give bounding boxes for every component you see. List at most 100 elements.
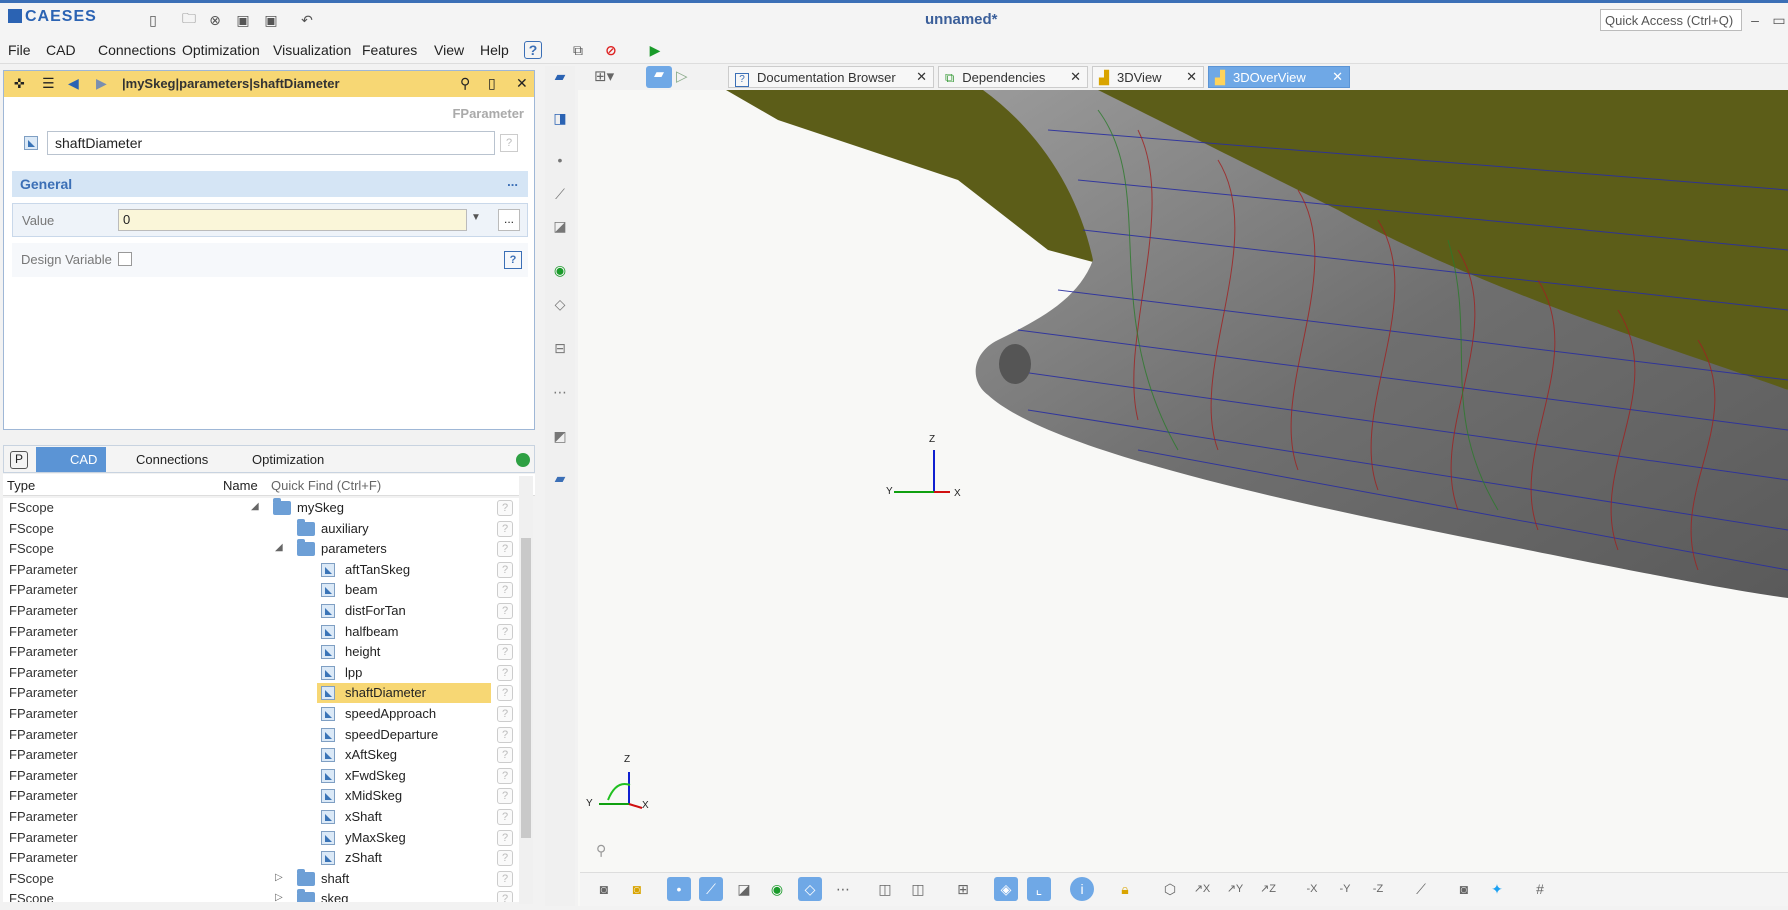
tab-connections[interactable]: Connections — [136, 452, 208, 467]
tree-row[interactable]: FScope ▷ skeg? — [3, 889, 519, 902]
tab-cad[interactable]: CAD — [36, 447, 106, 472]
help-icon[interactable]: ? — [497, 561, 513, 578]
expand-arrow-icon[interactable]: ▷ — [275, 892, 283, 902]
menu-view[interactable]: View — [434, 42, 464, 58]
show-dashes-icon[interactable]: ⋯ — [831, 877, 855, 901]
tree-row[interactable]: FScope ▷ shaft? — [3, 868, 519, 889]
twitter-icon[interactable]: ✦ — [1485, 877, 1509, 901]
quick-access-input[interactable]: Quick Access (Ctrl+Q) — [1600, 9, 1742, 31]
menu-optimization[interactable]: Optimization — [182, 42, 260, 58]
help-icon[interactable]: ? — [497, 582, 513, 599]
save-icon[interactable]: ▣ — [234, 11, 252, 29]
help-icon[interactable]: ? — [497, 726, 513, 743]
close-icon[interactable]: ✕ — [516, 75, 528, 92]
help-icon[interactable]: ? — [497, 870, 513, 887]
tree-row[interactable]: FParameter xFwdSkeg? — [3, 766, 519, 786]
help-icon[interactable]: ? — [497, 850, 513, 867]
windows-icon[interactable]: ⧉ — [569, 41, 587, 59]
tree-row[interactable]: FParameter xAftSkeg? — [3, 745, 519, 765]
scrollbar-thumb[interactable] — [521, 538, 531, 838]
folder-icon[interactable]: ▰ — [551, 470, 569, 488]
undo-icon[interactable]: ↶ — [298, 11, 316, 29]
tab-documentation-browser[interactable]: ? Documentation Browser ✕ — [728, 66, 934, 88]
tree-scrollbar[interactable] — [519, 476, 533, 904]
close-project-icon[interactable]: ⊗ — [206, 11, 224, 29]
design-variable-checkbox[interactable] — [118, 252, 132, 266]
run-icon[interactable]: ▶ — [646, 41, 664, 59]
tree-row[interactable]: FParameter halfbeam? — [3, 622, 519, 642]
back-icon[interactable]: ◀ — [68, 75, 79, 92]
help-icon[interactable]: ? — [497, 520, 513, 537]
tree-row[interactable]: FParameter beam? — [3, 580, 519, 600]
cad-view-icon[interactable]: ▰ — [551, 68, 569, 86]
surface-icon[interactable]: ◪ — [551, 218, 569, 236]
pin-icon[interactable]: ✜ — [14, 76, 25, 92]
hull-model[interactable] — [578, 90, 1788, 906]
tab-dependencies[interactable]: ⧉ Dependencies ✕ — [938, 66, 1088, 88]
view-y-icon[interactable]: ↗Y — [1223, 877, 1247, 901]
tab-close-icon[interactable]: ✕ — [1332, 69, 1343, 85]
value-more-button[interactable]: ... — [498, 209, 520, 231]
menu-features[interactable]: Features — [362, 42, 417, 58]
grid-icon[interactable]: # — [1528, 877, 1552, 901]
menu-cad[interactable]: CAD — [46, 42, 76, 58]
zoom-icon[interactable]: ⚲ — [596, 842, 606, 859]
help-icon[interactable]: ? — [497, 891, 513, 902]
section-menu[interactable]: ... — [507, 174, 518, 189]
shading-icon[interactable]: ◈ — [994, 877, 1018, 901]
hierarchy-icon[interactable]: ⊟ — [551, 340, 569, 358]
grid-view-icon[interactable]: ⊞ — [951, 877, 975, 901]
cad-view-toggle-icon[interactable]: ▰ — [646, 66, 672, 88]
detach-icon[interactable]: ▯ — [488, 75, 496, 92]
name-help-icon[interactable]: ? — [500, 134, 518, 152]
value-dropdown-icon[interactable]: ▼ — [471, 212, 481, 223]
section-general[interactable]: General ... — [12, 171, 528, 197]
tree-row[interactable]: FScope ◢ parameters? — [3, 539, 519, 559]
point-icon[interactable]: • — [551, 152, 569, 170]
tree-row[interactable]: FParameter zShaft? — [3, 848, 519, 868]
tree-row[interactable]: FParameter shaftDiameter? — [3, 683, 519, 704]
show-features-icon[interactable]: ◉ — [765, 877, 789, 901]
camera-icon[interactable]: ◙ — [1452, 877, 1476, 901]
help-icon[interactable]: ? — [497, 809, 513, 825]
menu-connections[interactable]: Connections — [98, 42, 176, 58]
show-points-icon[interactable]: • — [667, 877, 691, 901]
expand-arrow-icon[interactable]: ◢ — [275, 542, 283, 553]
tab-close-icon[interactable]: ✕ — [1070, 69, 1081, 85]
expand-arrow-icon[interactable]: ▷ — [275, 872, 283, 883]
axes-icon[interactable]: ⌞ — [1027, 877, 1051, 901]
view-neg-y-icon[interactable]: -Y — [1333, 877, 1357, 901]
tree-row[interactable]: FParameter distForTan? — [3, 601, 519, 621]
help-icon[interactable]: ? — [497, 623, 513, 640]
help-icon[interactable]: ? — [497, 500, 513, 516]
help-icon[interactable]: ? — [524, 41, 542, 59]
new-window-icon[interactable]: ▯ — [144, 11, 162, 29]
menu-file[interactable]: File — [8, 42, 31, 58]
3d-viewport[interactable]: Z Y X Z Y X ⚲ — [578, 90, 1788, 906]
help-icon[interactable]: ? — [497, 644, 513, 661]
tab-3dview[interactable]: ▟ 3DView ✕ — [1092, 66, 1204, 88]
save-as-icon[interactable]: ▣ — [262, 11, 280, 29]
view-neg-z-icon[interactable]: -Z — [1366, 877, 1390, 901]
feature-icon[interactable]: ◉ — [551, 262, 569, 280]
play-view-icon[interactable]: ▷ — [676, 67, 688, 85]
view-x-icon[interactable]: ↗X — [1190, 877, 1214, 901]
tab-p[interactable]: P — [10, 451, 28, 469]
col-type[interactable]: Type — [7, 478, 35, 493]
plane-icon[interactable]: ◇ — [551, 296, 569, 314]
help-icon[interactable]: ? — [497, 747, 513, 764]
design-variable-help-icon[interactable]: ? — [504, 251, 522, 269]
points-toggle-icon[interactable]: ◙ — [592, 877, 616, 901]
help-icon[interactable]: ? — [497, 603, 513, 619]
restore-icon[interactable]: ▭ — [1770, 11, 1788, 29]
help-icon[interactable]: ? — [497, 767, 513, 784]
list-icon[interactable]: ☰ — [42, 75, 55, 92]
tree-row[interactable]: FParameter lpp? — [3, 663, 519, 683]
dashes-icon[interactable]: ⋯ — [551, 384, 569, 402]
curve-icon[interactable]: ⟋ — [551, 186, 569, 204]
view-neg-x-icon[interactable]: -X — [1300, 877, 1324, 901]
tree-row[interactable]: FParameter aftTanSkeg? — [3, 560, 519, 580]
layout-icon[interactable]: ⊞▾ — [594, 67, 614, 85]
tab-close-icon[interactable]: ✕ — [916, 69, 927, 85]
minimize-icon[interactable]: – — [1746, 11, 1764, 29]
